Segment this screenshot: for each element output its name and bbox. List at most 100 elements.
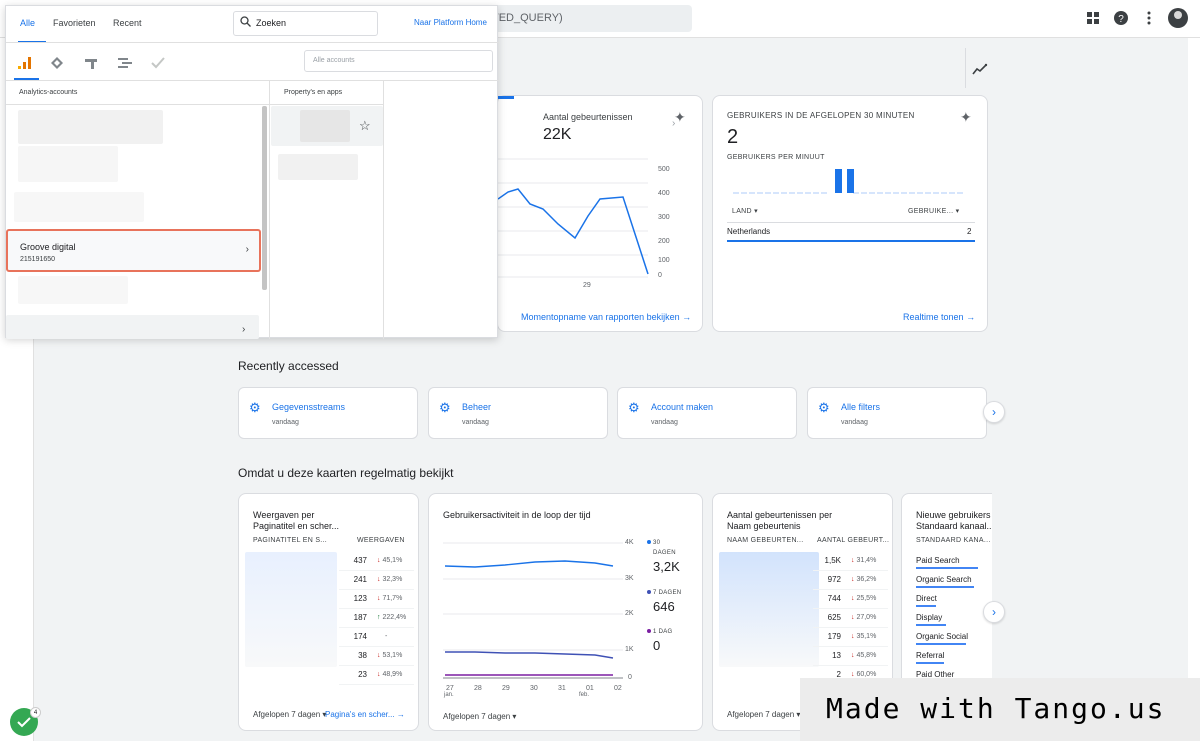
- divider: [727, 222, 975, 223]
- channel-label: Direct: [916, 594, 937, 603]
- events-card-value: 22K: [543, 126, 572, 143]
- channel-label: Display: [916, 613, 943, 622]
- col-country[interactable]: LAND ▾: [732, 207, 758, 215]
- views-title-1: Weergaven per: [253, 510, 315, 520]
- chevron-right-icon[interactable]: ›: [672, 118, 675, 129]
- svg-text:?: ?: [1118, 14, 1124, 25]
- divider: [339, 646, 414, 647]
- events-card-title: Aantal gebeurtenissen: [543, 112, 633, 122]
- recent-item-alle-filters[interactable]: ⚙ Alle filters vandaag: [807, 387, 987, 439]
- top-search-field[interactable]: TED_QUERY): [484, 5, 692, 32]
- realtime-title: GEBRUIKERS IN DE AFGELOPEN 30 MINUTEN: [727, 111, 915, 120]
- sparkle-icon[interactable]: ✦: [960, 109, 972, 126]
- row-change: ↓ 32,3%: [377, 576, 402, 583]
- y-tick: 0: [658, 272, 662, 279]
- blurred-property[interactable]: [278, 154, 358, 180]
- settings-icon: ⚙: [249, 400, 261, 415]
- optimize-icon[interactable]: [85, 57, 97, 72]
- sort-down-icon: ▾: [754, 208, 758, 215]
- frequent-next-button[interactable]: ›: [983, 601, 1005, 623]
- divider: [813, 665, 888, 666]
- events-card-link[interactable]: Momentopname van rapporten bekijken →: [521, 312, 691, 322]
- legend-value: 0: [653, 638, 661, 653]
- top-icons: ?: [1084, 8, 1188, 28]
- legend-dot: [647, 540, 651, 544]
- blurred-account[interactable]: [14, 192, 144, 222]
- row-change: ↓ 27,0%: [851, 614, 876, 621]
- views-col1: PAGINATITEL EN S...: [253, 537, 328, 544]
- panel-search-input[interactable]: Zoeken: [233, 11, 378, 36]
- star-icon[interactable]: ☆: [359, 118, 371, 134]
- channel-label: Organic Search: [916, 575, 972, 584]
- row-change: ↓ 25,5%: [851, 595, 876, 602]
- events-name-period-select[interactable]: Afgelopen 7 dagen ▾: [727, 710, 800, 719]
- views-link[interactable]: Pagina's en scher... →: [325, 710, 405, 719]
- views-period-select[interactable]: Afgelopen 7 dagen ▾: [253, 710, 326, 719]
- data-studio-icon[interactable]: [118, 57, 132, 72]
- chevron-right-icon: ›: [992, 605, 996, 619]
- y-tick: 4K: [625, 539, 634, 546]
- recent-item-gegevensstreams[interactable]: ⚙ Gegevensstreams vandaag: [238, 387, 418, 439]
- help-icon[interactable]: ?: [1112, 9, 1130, 27]
- divider: [383, 80, 384, 339]
- recent-item-sub: vandaag: [841, 419, 868, 426]
- analytics-product-icon[interactable]: [18, 57, 32, 72]
- views-link-label: Pagina's en scher...: [325, 710, 395, 719]
- activity-period-select[interactable]: Afgelopen 7 dagen ▾: [443, 712, 516, 721]
- row-change-value: 32,3%: [382, 576, 403, 583]
- col-country-label: LAND: [732, 208, 752, 215]
- col-users[interactable]: GEBRUIKE... ▾: [908, 207, 959, 215]
- recent-item-account-maken[interactable]: ⚙ Account maken vandaag: [617, 387, 797, 439]
- divider: [6, 104, 384, 105]
- tab-alle[interactable]: Alle: [20, 18, 35, 28]
- activity-period-label: Afgelopen 7 dagen: [443, 712, 511, 721]
- blurred-event-names: [719, 552, 819, 667]
- divider: [339, 684, 414, 685]
- row-value: 972: [827, 575, 841, 584]
- divider: [6, 80, 499, 81]
- legend-label-line: DAGEN: [653, 550, 676, 556]
- divider: [339, 570, 414, 571]
- y-tick: 1K: [625, 646, 634, 653]
- scrollbar[interactable]: [262, 106, 267, 290]
- recent-item-beheer[interactable]: ⚙ Beheer vandaag: [428, 387, 608, 439]
- tag-manager-icon[interactable]: [51, 57, 63, 72]
- row-value: 2: [967, 227, 972, 236]
- blurred-account[interactable]: [18, 276, 128, 304]
- divider: [269, 80, 270, 339]
- account-groove-digital[interactable]: Groove digital 215191650 ›: [6, 229, 261, 272]
- chevron-right-icon: ›: [242, 324, 246, 335]
- blurred-account[interactable]: [6, 315, 259, 339]
- blurred-page-titles: [245, 552, 337, 667]
- tab-recent[interactable]: Recent: [113, 18, 142, 28]
- platform-home-link[interactable]: Naar Platform Home: [414, 18, 487, 27]
- blurred-account[interactable]: [18, 110, 163, 144]
- more-vert-icon[interactable]: [1140, 9, 1158, 27]
- blurred-account[interactable]: [18, 146, 118, 182]
- surveys-check-icon[interactable]: [151, 57, 165, 72]
- x-sub-feb: feb.: [579, 692, 590, 698]
- x-tick: 28: [474, 685, 482, 692]
- events-card-link-label: Momentopname van rapporten bekijken: [521, 312, 680, 322]
- row-country: Netherlands: [727, 227, 771, 236]
- divider: [339, 589, 414, 590]
- divider: [813, 608, 888, 609]
- apps-grid-icon[interactable]: [1084, 9, 1102, 27]
- account-search-input[interactable]: Alle accounts: [304, 50, 493, 72]
- events-y-ticks: 500 400 300 200 100 0: [658, 158, 670, 284]
- tab-favorieten[interactable]: Favorieten: [53, 18, 96, 28]
- settings-icon: ⚙: [628, 400, 640, 415]
- sort-down-icon: ▾: [955, 208, 960, 215]
- sparkle-icon[interactable]: ✦: [674, 109, 686, 126]
- row-value: 187: [353, 613, 367, 622]
- recent-next-button[interactable]: ›: [983, 401, 1005, 423]
- new-users-col1: STANDAARD KANA...: [916, 537, 991, 544]
- divider: [813, 646, 888, 647]
- realtime-link[interactable]: Realtime tonen →: [903, 312, 975, 322]
- avatar[interactable]: [1168, 8, 1188, 28]
- channel-bar: [916, 567, 978, 569]
- insights-icon[interactable]: [972, 62, 988, 78]
- events-name-period-label: Afgelopen 7 dagen: [727, 710, 795, 719]
- channel-bar: [916, 624, 946, 626]
- row-change-value: 45,8%: [856, 652, 877, 659]
